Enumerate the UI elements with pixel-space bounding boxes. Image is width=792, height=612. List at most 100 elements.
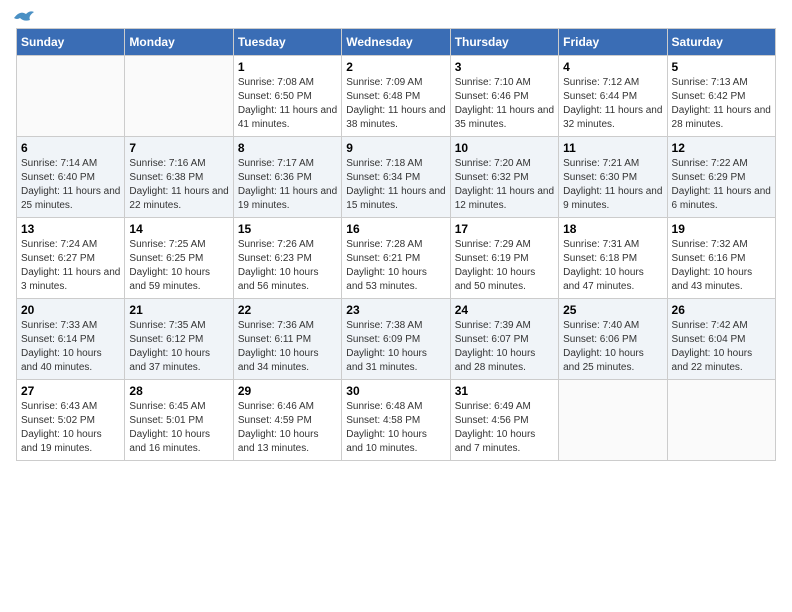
- day-number: 12: [672, 141, 771, 155]
- day-info: Sunrise: 7:13 AM Sunset: 6:42 PM Dayligh…: [672, 76, 771, 132]
- day-number: 1: [238, 60, 337, 74]
- calendar-cell: 20Sunrise: 7:33 AM Sunset: 6:14 PM Dayli…: [17, 299, 125, 380]
- day-info: Sunrise: 6:49 AM Sunset: 4:56 PM Dayligh…: [455, 400, 554, 456]
- calendar-cell: 5 Sunrise: 7:13 AM Sunset: 6:42 PM Daylig…: [667, 56, 775, 137]
- day-number: 4: [563, 60, 662, 74]
- day-info: Sunrise: 7:35 AM Sunset: 6:12 PM Dayligh…: [129, 319, 228, 375]
- day-number: 11: [563, 141, 662, 155]
- day-info: Sunrise: 7:32 AM Sunset: 6:16 PM Dayligh…: [672, 238, 771, 294]
- day-number: 14: [129, 222, 228, 236]
- day-number: 18: [563, 222, 662, 236]
- day-number: 20: [21, 303, 120, 317]
- calendar-cell: 22 Sunrise: 7:36 AM Sunset: 6:11 PM Dayli…: [233, 299, 341, 380]
- day-number: 19: [672, 222, 771, 236]
- day-info: Sunrise: 7:18 AM Sunset: 6:34 PM Dayligh…: [346, 157, 445, 213]
- weekday-header-thursday: Thursday: [450, 29, 558, 56]
- calendar-cell: 24Sunrise: 7:39 AM Sunset: 6:07 PM Dayli…: [450, 299, 558, 380]
- day-info: Sunrise: 7:26 AM Sunset: 6:23 PM Dayligh…: [238, 238, 337, 294]
- calendar-cell: 14 Sunrise: 7:25 AM Sunset: 6:25 PM Dayli…: [125, 218, 233, 299]
- weekday-header-sunday: Sunday: [17, 29, 125, 56]
- calendar-cell: 19 Sunrise: 7:32 AM Sunset: 6:16 PM Dayli…: [667, 218, 775, 299]
- day-info: Sunrise: 7:29 AM Sunset: 6:19 PM Dayligh…: [455, 238, 554, 294]
- day-info: Sunrise: 6:48 AM Sunset: 4:58 PM Dayligh…: [346, 400, 445, 456]
- day-number: 5: [672, 60, 771, 74]
- day-info: Sunrise: 7:36 AM Sunset: 6:11 PM Dayligh…: [238, 319, 337, 375]
- day-number: 15: [238, 222, 337, 236]
- day-number: 30: [346, 384, 445, 398]
- day-number: 28: [129, 384, 228, 398]
- day-number: 26: [672, 303, 771, 317]
- calendar-cell: 13 Sunrise: 7:24 AM Sunset: 6:27 PM Dayli…: [17, 218, 125, 299]
- day-number: 31: [455, 384, 554, 398]
- day-number: 24: [455, 303, 554, 317]
- calendar-cell: 4 Sunrise: 7:12 AM Sunset: 6:44 PM Daylig…: [559, 56, 667, 137]
- day-number: 25: [563, 303, 662, 317]
- calendar-cell: 27 Sunrise: 6:43 AM Sunset: 5:02 PM Dayli…: [17, 380, 125, 461]
- day-info: Sunrise: 7:31 AM Sunset: 6:18 PM Dayligh…: [563, 238, 662, 294]
- calendar-cell: 28 Sunrise: 6:45 AM Sunset: 5:01 PM Dayli…: [125, 380, 233, 461]
- day-number: 27: [21, 384, 120, 398]
- day-number: 7: [129, 141, 228, 155]
- calendar-cell: 10 Sunrise: 7:20 AM Sunset: 6:32 PM Dayli…: [450, 137, 558, 218]
- day-number: 3: [455, 60, 554, 74]
- calendar-cell: 26 Sunrise: 7:42 AM Sunset: 6:04 PM Dayli…: [667, 299, 775, 380]
- day-info: Sunrise: 6:45 AM Sunset: 5:01 PM Dayligh…: [129, 400, 228, 456]
- day-number: 21: [129, 303, 228, 317]
- day-number: 22: [238, 303, 337, 317]
- day-info: Sunrise: 7:16 AM Sunset: 6:38 PM Dayligh…: [129, 157, 228, 213]
- calendar-week-2: 6 Sunrise: 7:14 AM Sunset: 6:40 PM Daylig…: [17, 137, 776, 218]
- day-info: Sunrise: 6:46 AM Sunset: 4:59 PM Dayligh…: [238, 400, 337, 456]
- calendar-cell: 12 Sunrise: 7:22 AM Sunset: 6:29 PM Dayli…: [667, 137, 775, 218]
- calendar-cell: 30 Sunrise: 6:48 AM Sunset: 4:58 PM Dayli…: [342, 380, 450, 461]
- day-info: Sunrise: 7:09 AM Sunset: 6:48 PM Dayligh…: [346, 76, 445, 132]
- calendar-cell: [559, 380, 667, 461]
- day-info: Sunrise: 7:12 AM Sunset: 6:44 PM Dayligh…: [563, 76, 662, 132]
- weekday-header-friday: Friday: [559, 29, 667, 56]
- day-number: 10: [455, 141, 554, 155]
- day-info: Sunrise: 7:24 AM Sunset: 6:27 PM Dayligh…: [21, 238, 120, 294]
- day-info: Sunrise: 7:42 AM Sunset: 6:04 PM Dayligh…: [672, 319, 771, 375]
- day-info: Sunrise: 7:14 AM Sunset: 6:40 PM Dayligh…: [21, 157, 120, 213]
- calendar-week-4: 20Sunrise: 7:33 AM Sunset: 6:14 PM Dayli…: [17, 299, 776, 380]
- weekday-header-row: SundayMondayTuesdayWednesdayThursdayFrid…: [17, 29, 776, 56]
- day-info: Sunrise: 7:22 AM Sunset: 6:29 PM Dayligh…: [672, 157, 771, 213]
- calendar-cell: 23 Sunrise: 7:38 AM Sunset: 6:09 PM Dayli…: [342, 299, 450, 380]
- calendar-cell: [125, 56, 233, 137]
- weekday-header-saturday: Saturday: [667, 29, 775, 56]
- calendar-cell: 1 Sunrise: 7:08 AM Sunset: 6:50 PM Daylig…: [233, 56, 341, 137]
- calendar-week-5: 27 Sunrise: 6:43 AM Sunset: 5:02 PM Dayli…: [17, 380, 776, 461]
- day-info: Sunrise: 7:10 AM Sunset: 6:46 PM Dayligh…: [455, 76, 554, 132]
- calendar-cell: [667, 380, 775, 461]
- day-number: 13: [21, 222, 120, 236]
- calendar-week-3: 13 Sunrise: 7:24 AM Sunset: 6:27 PM Dayli…: [17, 218, 776, 299]
- calendar-table: SundayMondayTuesdayWednesdayThursdayFrid…: [16, 28, 776, 461]
- day-number: 17: [455, 222, 554, 236]
- day-number: 6: [21, 141, 120, 155]
- calendar-cell: 6 Sunrise: 7:14 AM Sunset: 6:40 PM Daylig…: [17, 137, 125, 218]
- calendar-cell: 2Sunrise: 7:09 AM Sunset: 6:48 PM Daylig…: [342, 56, 450, 137]
- calendar-cell: 18 Sunrise: 7:31 AM Sunset: 6:18 PM Dayli…: [559, 218, 667, 299]
- calendar-cell: 3 Sunrise: 7:10 AM Sunset: 6:46 PM Daylig…: [450, 56, 558, 137]
- calendar-cell: 16Sunrise: 7:28 AM Sunset: 6:21 PM Dayli…: [342, 218, 450, 299]
- day-info: Sunrise: 7:25 AM Sunset: 6:25 PM Dayligh…: [129, 238, 228, 294]
- weekday-header-wednesday: Wednesday: [342, 29, 450, 56]
- calendar-cell: [17, 56, 125, 137]
- day-info: Sunrise: 7:38 AM Sunset: 6:09 PM Dayligh…: [346, 319, 445, 375]
- day-info: Sunrise: 6:43 AM Sunset: 5:02 PM Dayligh…: [21, 400, 120, 456]
- day-info: Sunrise: 7:08 AM Sunset: 6:50 PM Dayligh…: [238, 76, 337, 132]
- day-info: Sunrise: 7:20 AM Sunset: 6:32 PM Dayligh…: [455, 157, 554, 213]
- calendar-cell: 25 Sunrise: 7:40 AM Sunset: 6:06 PM Dayli…: [559, 299, 667, 380]
- day-number: 8: [238, 141, 337, 155]
- calendar-cell: 21 Sunrise: 7:35 AM Sunset: 6:12 PM Dayli…: [125, 299, 233, 380]
- day-number: 23: [346, 303, 445, 317]
- weekday-header-tuesday: Tuesday: [233, 29, 341, 56]
- day-info: Sunrise: 7:17 AM Sunset: 6:36 PM Dayligh…: [238, 157, 337, 213]
- day-info: Sunrise: 7:40 AM Sunset: 6:06 PM Dayligh…: [563, 319, 662, 375]
- calendar-cell: 29 Sunrise: 6:46 AM Sunset: 4:59 PM Dayli…: [233, 380, 341, 461]
- day-number: 9: [346, 141, 445, 155]
- logo-bird-icon: [12, 8, 34, 28]
- day-number: 29: [238, 384, 337, 398]
- calendar-cell: 7 Sunrise: 7:16 AM Sunset: 6:38 PM Daylig…: [125, 137, 233, 218]
- day-info: Sunrise: 7:28 AM Sunset: 6:21 PM Dayligh…: [346, 238, 445, 294]
- day-info: Sunrise: 7:21 AM Sunset: 6:30 PM Dayligh…: [563, 157, 662, 213]
